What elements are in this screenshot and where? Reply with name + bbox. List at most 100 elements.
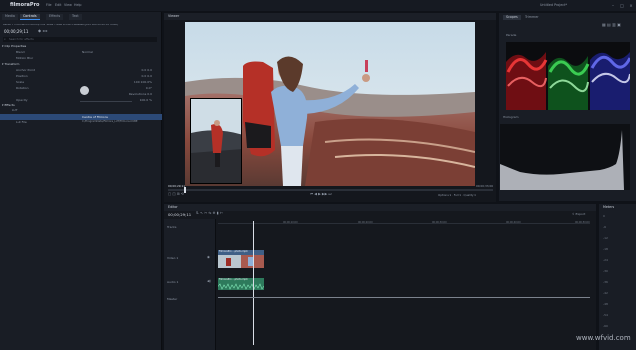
ruler-label: 00;00;50;00 — [575, 221, 590, 224]
editor-title: Editor — [168, 205, 178, 209]
anchor-value[interactable]: 0.0 0.0 — [142, 69, 153, 72]
meter-tick: -18 — [603, 247, 608, 251]
track-video-1[interactable]: Video 1 — [167, 257, 178, 260]
parade-label: Parade — [506, 33, 517, 37]
ruler-label: 00;00;20;00 — [358, 221, 373, 224]
editor-header: Editor — [164, 204, 596, 211]
tracks-label: Tracks — [167, 225, 177, 229]
rgb-parade — [506, 42, 630, 110]
tab-text[interactable]: Text — [69, 14, 82, 20]
meter-tick: -24 — [603, 258, 608, 262]
menu-file[interactable]: File — [46, 3, 52, 7]
section-clip-properties[interactable]: ▾ Clip Properties — [2, 45, 160, 50]
revolutions-value[interactable]: Revolutions 0.0 — [129, 93, 152, 96]
breadcrumb: Belize • FilmoraPro PhotoUp Tour Skies •… — [3, 24, 119, 26]
audio-clip[interactable]: FilmoraPro ...photo.mp4 — [218, 278, 264, 290]
speaker-icon[interactable]: ◀) — [207, 279, 211, 283]
blend-dropdown[interactable]: Normal — [82, 51, 152, 54]
lut-name: Centre of Filmora — [82, 114, 108, 119]
viewer-options[interactable]: Options ▾ · Full ▾ · Quality ▾ — [438, 194, 476, 197]
clip-label: FilmoraPro ...photo.mp4 — [219, 250, 248, 253]
lut-file-path[interactable]: C:/ProgramData/Filmora_LUT/Filmora.CUBE — [82, 120, 138, 124]
eye-icon[interactable]: ◉ — [207, 255, 210, 259]
track-audio-1[interactable]: Audio 1 — [167, 281, 178, 284]
histogram — [500, 124, 630, 190]
tab-trimmer[interactable]: Trimmer — [525, 15, 539, 19]
keyframe-icon[interactable]: ◆ ◂ ▸ — [38, 29, 48, 33]
row-label: Lut File — [16, 120, 27, 124]
parade-graph — [506, 52, 630, 110]
tab-media[interactable]: Media — [2, 14, 18, 20]
row-label: Motion Blur — [16, 56, 34, 60]
rotation-value[interactable]: 0.0° — [146, 87, 152, 90]
watermark: www.wfvid.com — [576, 334, 631, 342]
meter-tick: -54 — [603, 313, 608, 317]
position-value[interactable]: 0.0 0.0 — [142, 75, 153, 78]
row-label: Blend — [16, 50, 25, 54]
master-level-line[interactable] — [218, 297, 590, 298]
row-label: Opacity — [16, 98, 28, 102]
playback-controls-icon[interactable]: ⏮ ◀ ▶ ▶▶ ⏭ — [310, 192, 332, 197]
meter-tick: -60 — [603, 324, 608, 328]
row-label: Rotation — [16, 86, 29, 90]
ruler-label: 00;00;40;00 — [506, 221, 521, 224]
viewer-playhead[interactable] — [184, 187, 186, 193]
row-label: Scale — [16, 80, 25, 84]
pip-thumbnail[interactable] — [190, 98, 242, 184]
effects-search-input[interactable]: Search for effects ⌕ — [3, 37, 157, 42]
editor-timecode[interactable]: 00;00;29;11 — [168, 213, 191, 217]
viewer-title: Viewer — [168, 14, 180, 18]
options-label: Options — [438, 193, 449, 197]
pip-image — [191, 99, 241, 183]
editor-tools-icon[interactable]: ⇅ ↖ ✂ ⇆ ⊕ ▮ ✄ — [196, 211, 223, 216]
histogram-graph — [500, 130, 624, 190]
row-lut-file[interactable]: Lut File C:/ProgramData/Filmora_LUT/Filmo… — [2, 120, 160, 126]
quality-label: Quality — [463, 193, 474, 197]
menu-help[interactable]: Help — [74, 3, 82, 7]
opacity-slider[interactable] — [80, 101, 132, 102]
viewer-left-tools-icon[interactable]: ▢ ◫ ⊞ ⟲ — [168, 192, 184, 197]
viewer-scrub-bar[interactable] — [168, 189, 493, 191]
menu-edit[interactable]: Edit — [55, 3, 61, 7]
tab-effects[interactable]: Effects — [46, 14, 64, 20]
meter-tick: -30 — [603, 269, 608, 273]
editor-ruler[interactable] — [218, 221, 590, 224]
row-label: Anchor Point — [16, 68, 35, 72]
meter-tick: -6 — [603, 225, 606, 229]
close-icon[interactable]: × — [628, 3, 634, 8]
tab-scopes[interactable]: Scopes — [503, 15, 521, 21]
fit-label: Full — [453, 193, 459, 197]
project-title: Untitled Project* — [540, 3, 568, 7]
clip-label: FilmoraPro ...photo.mp4 — [219, 278, 248, 281]
tab-controls[interactable]: Controls — [20, 14, 40, 20]
scale-value[interactable]: 100 100.0% — [134, 81, 152, 84]
meter-tick: -42 — [603, 291, 608, 295]
opacity-value[interactable]: 100.0 % — [140, 99, 152, 102]
viewer-header: Viewer — [164, 13, 496, 20]
minimize-icon[interactable]: – — [610, 3, 616, 8]
meters-title: Meters — [603, 205, 615, 209]
export-button[interactable]: ⇪ Export — [572, 213, 585, 216]
menu-view[interactable]: View — [64, 3, 72, 7]
editor-playhead[interactable] — [253, 221, 254, 345]
meter-tick: -48 — [603, 302, 608, 306]
row-label: Transform — [4, 62, 20, 66]
track-headers — [164, 219, 216, 350]
scope-layout-icon[interactable]: ▦ ▤ ▥ ▣ — [602, 23, 621, 27]
row-label: Clip Properties — [4, 44, 27, 48]
ruler-label: 00;00;30;00 — [432, 221, 447, 224]
video-clip[interactable]: FilmoraPro ...photo.mp4 — [218, 250, 264, 268]
row-label: Effects — [4, 103, 15, 107]
export-label: Export — [575, 212, 586, 216]
clip-thumbnails — [218, 255, 264, 268]
track-master: Master — [167, 297, 178, 301]
search-placeholder: Search for effects — [9, 37, 34, 41]
maximize-icon[interactable]: □ — [619, 3, 625, 8]
row-label: Position — [16, 74, 28, 78]
controls-timecode[interactable]: 00;00;29;11 — [4, 30, 28, 34]
audio-waveform — [218, 283, 264, 290]
search-icon: ⌕ — [4, 37, 6, 41]
histogram-label: Histogram — [503, 115, 519, 119]
row-label: LUT — [12, 108, 18, 112]
row-motion-blur[interactable]: Motion Blur — [2, 57, 160, 62]
